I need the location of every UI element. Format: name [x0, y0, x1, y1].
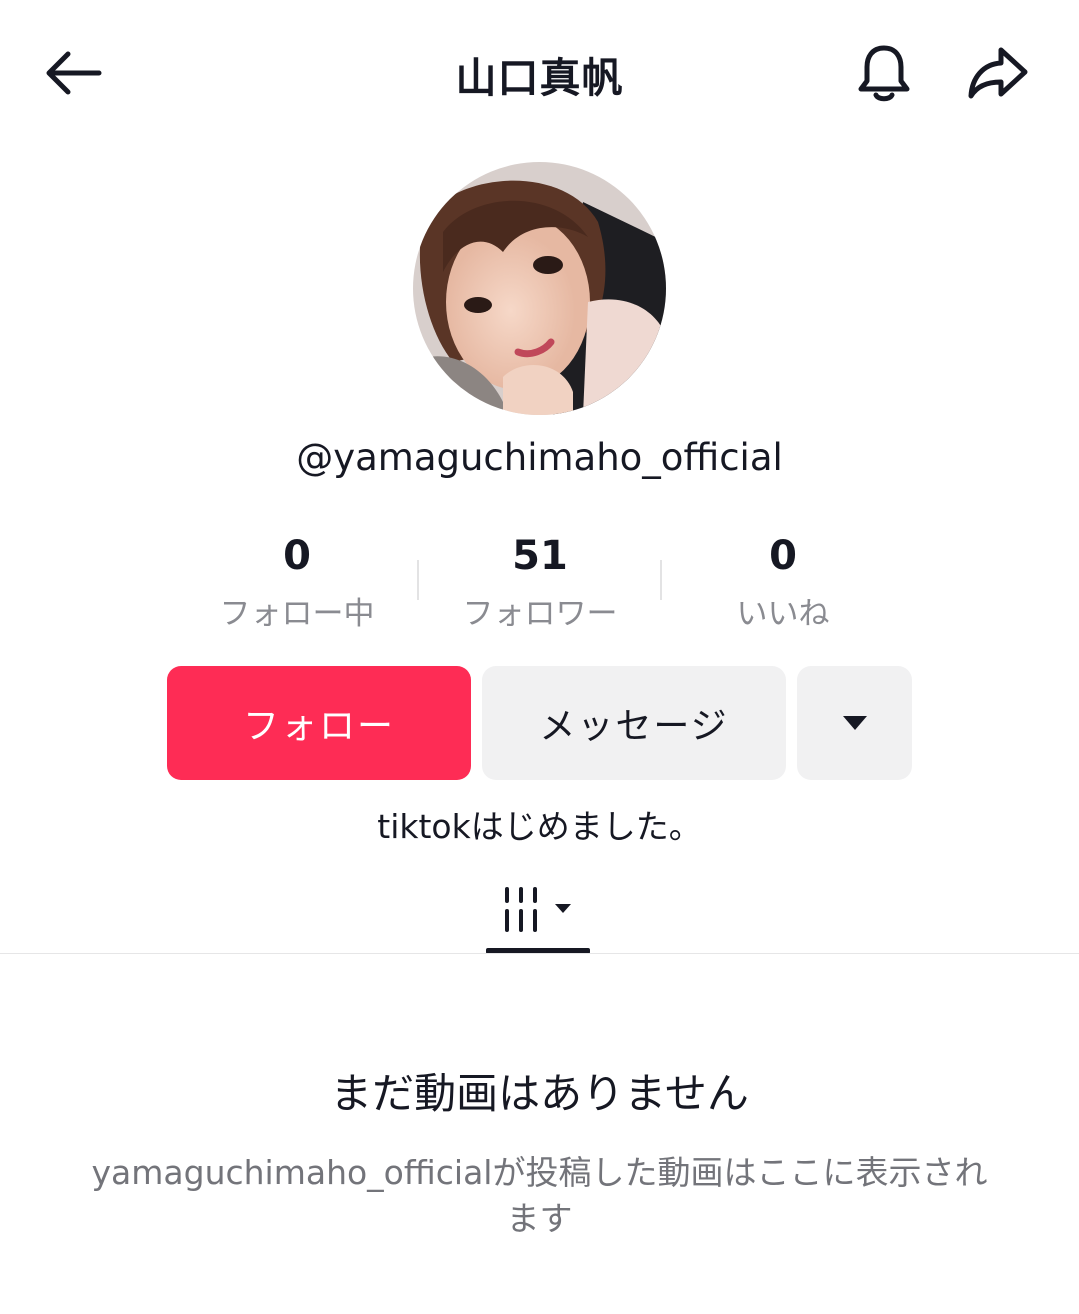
profile-page: 山口真帆 @yamaguchimaho_official 0 フォロー中 51 … — [0, 0, 1079, 1314]
stat-following[interactable]: 0 フォロー中 — [187, 530, 407, 642]
stat-following-count: 0 — [283, 533, 311, 579]
bell-icon — [858, 45, 910, 102]
stat-followers-label: フォロワー — [462, 596, 618, 632]
stat-followers[interactable]: 51 フォロワー — [430, 530, 650, 642]
notification-button[interactable] — [852, 40, 916, 106]
videos-grid-icon — [505, 887, 571, 932]
caret-down-icon — [842, 716, 867, 730]
suggested-accounts-button[interactable] — [797, 666, 912, 780]
tab-videos[interactable] — [486, 866, 590, 954]
avatar[interactable] — [413, 162, 666, 415]
message-button[interactable]: メッセージ — [482, 666, 786, 780]
share-arrow-icon — [968, 47, 1028, 99]
header: 山口真帆 — [0, 0, 1079, 145]
bio: tiktokはじめました。 — [377, 807, 702, 846]
stat-likes-count: 0 — [769, 533, 797, 579]
empty-state-description: yamaguchimaho_officialが投稿した動画はここに表示されます — [91, 1153, 988, 1238]
empty-state-title: まだ動画はありません — [330, 1069, 749, 1118]
stat-followers-count: 51 — [512, 533, 568, 579]
stat-likes[interactable]: 0 いいね — [673, 530, 893, 642]
stat-likes-label: いいね — [736, 596, 830, 632]
stat-divider — [417, 560, 419, 600]
stat-divider — [660, 560, 662, 600]
share-button[interactable] — [964, 42, 1032, 104]
follow-button[interactable]: フォロー — [167, 666, 471, 780]
page-title: 山口真帆 — [455, 54, 624, 102]
tab-divider — [0, 953, 1079, 954]
stat-following-label: フォロー中 — [219, 596, 375, 632]
username: @yamaguchimaho_official — [296, 436, 783, 479]
